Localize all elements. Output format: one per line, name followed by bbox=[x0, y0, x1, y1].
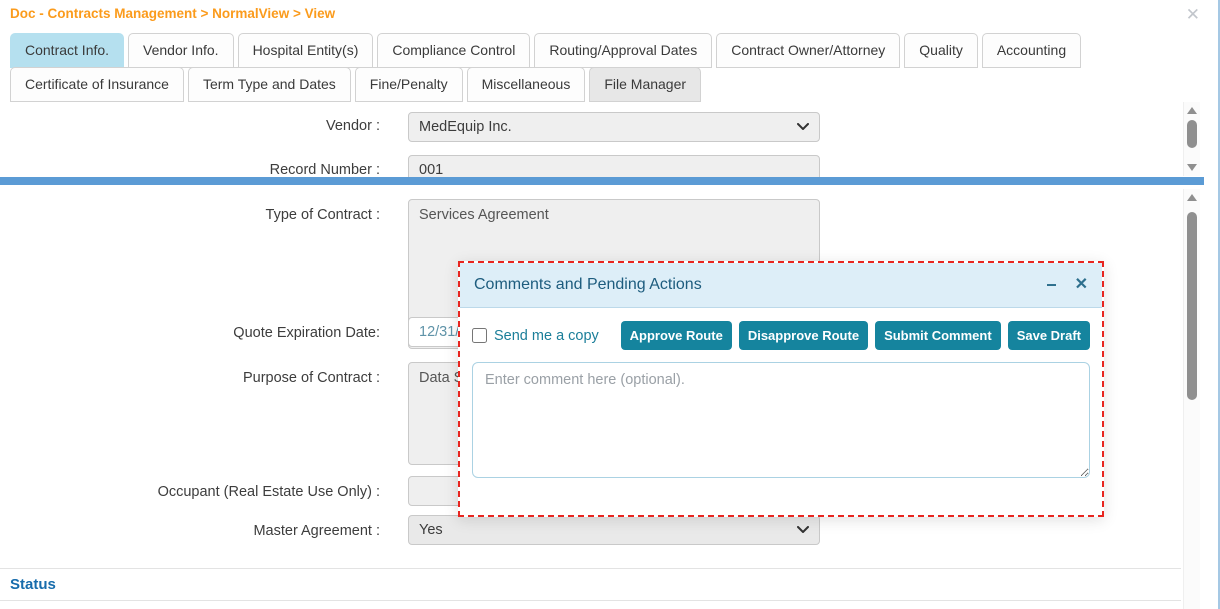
status-divider-top bbox=[0, 568, 1181, 569]
scroll-down-arrow-icon[interactable] bbox=[1187, 164, 1197, 171]
chevron-down-icon bbox=[797, 526, 809, 534]
tab-hospital-entity[interactable]: Hospital Entity(s) bbox=[238, 33, 374, 68]
tab-compliance-control[interactable]: Compliance Control bbox=[377, 33, 530, 68]
modal-title: Comments and Pending Actions bbox=[474, 276, 1028, 294]
approve-route-button[interactable]: Approve Route bbox=[621, 321, 732, 350]
chevron-down-icon bbox=[797, 123, 809, 131]
window-close-icon[interactable]: ✕ bbox=[1186, 6, 1200, 23]
contracts-management-window: Doc - Contracts Management > NormalView … bbox=[0, 0, 1220, 609]
scroll-up-arrow-icon[interactable] bbox=[1187, 107, 1197, 114]
tab-fine-penalty[interactable]: Fine/Penalty bbox=[355, 67, 463, 102]
tab-certificate-of-insurance[interactable]: Certificate of Insurance bbox=[10, 67, 184, 102]
send-me-a-copy-label: Send me a copy bbox=[494, 328, 599, 344]
modal-button-group: Approve Route Disapprove Route Submit Co… bbox=[621, 321, 1090, 350]
tab-accounting[interactable]: Accounting bbox=[982, 33, 1081, 68]
tab-miscellaneous[interactable]: Miscellaneous bbox=[467, 67, 586, 102]
tab-file-manager[interactable]: File Manager bbox=[589, 67, 701, 102]
send-me-a-copy-checkbox[interactable] bbox=[472, 328, 487, 343]
comments-pending-actions-modal: Comments and Pending Actions − ✕ Send me… bbox=[458, 261, 1104, 517]
tab-routing-approval-dates[interactable]: Routing/Approval Dates bbox=[534, 33, 712, 68]
comment-textarea[interactable] bbox=[472, 362, 1090, 478]
quote-expiration-date-label: Quote Expiration Date: bbox=[0, 325, 380, 341]
record-number-label: Record Number : bbox=[0, 162, 380, 177]
modal-action-row: Send me a copy Approve Route Disapprove … bbox=[472, 321, 1090, 350]
tab-contract-info[interactable]: Contract Info. bbox=[10, 33, 124, 68]
vendor-label: Vendor : bbox=[0, 118, 380, 134]
vendor-select-value: MedEquip Inc. bbox=[419, 113, 512, 141]
tab-row-1: Contract Info. Vendor Info. Hospital Ent… bbox=[10, 33, 1081, 68]
master-agreement-select[interactable]: Yes bbox=[408, 515, 820, 545]
type-of-contract-label: Type of Contract : bbox=[0, 207, 380, 223]
upper-scrollbar-thumb[interactable] bbox=[1187, 120, 1197, 148]
breadcrumb: Doc - Contracts Management > NormalView … bbox=[10, 6, 335, 21]
send-me-a-copy-option: Send me a copy bbox=[472, 328, 621, 344]
occupant-label: Occupant (Real Estate Use Only) : bbox=[0, 484, 380, 500]
upper-scrollbar[interactable] bbox=[1183, 102, 1200, 176]
tab-vendor-info[interactable]: Vendor Info. bbox=[128, 33, 234, 68]
lower-scrollbar[interactable] bbox=[1183, 189, 1200, 609]
upper-form-panel: Vendor : MedEquip Inc. Record Number : bbox=[0, 100, 1183, 177]
status-section-heading: Status bbox=[10, 576, 56, 593]
lower-scrollbar-thumb[interactable] bbox=[1187, 212, 1197, 400]
master-agreement-label: Master Agreement : bbox=[0, 523, 380, 539]
record-number-input[interactable] bbox=[408, 155, 820, 177]
save-draft-button[interactable]: Save Draft bbox=[1008, 321, 1090, 350]
minimize-icon[interactable]: − bbox=[1046, 276, 1057, 294]
submit-comment-button[interactable]: Submit Comment bbox=[875, 321, 1001, 350]
status-divider-bottom bbox=[0, 600, 1181, 601]
modal-header[interactable]: Comments and Pending Actions − ✕ bbox=[460, 263, 1102, 308]
master-agreement-select-value: Yes bbox=[419, 516, 443, 544]
close-icon[interactable]: ✕ bbox=[1075, 277, 1088, 293]
modal-body: Send me a copy Approve Route Disapprove … bbox=[460, 308, 1102, 491]
tab-quality[interactable]: Quality bbox=[904, 33, 978, 68]
tab-contract-owner-attorney[interactable]: Contract Owner/Attorney bbox=[716, 33, 900, 68]
tab-term-type-and-dates[interactable]: Term Type and Dates bbox=[188, 67, 351, 102]
disapprove-route-button[interactable]: Disapprove Route bbox=[739, 321, 868, 350]
purpose-of-contract-label: Purpose of Contract : bbox=[0, 370, 380, 386]
vendor-select[interactable]: MedEquip Inc. bbox=[408, 112, 820, 142]
scroll-up-arrow-icon[interactable] bbox=[1187, 194, 1197, 201]
tab-row-2: Certificate of Insurance Term Type and D… bbox=[10, 67, 701, 102]
panel-splitter[interactable] bbox=[0, 177, 1204, 185]
